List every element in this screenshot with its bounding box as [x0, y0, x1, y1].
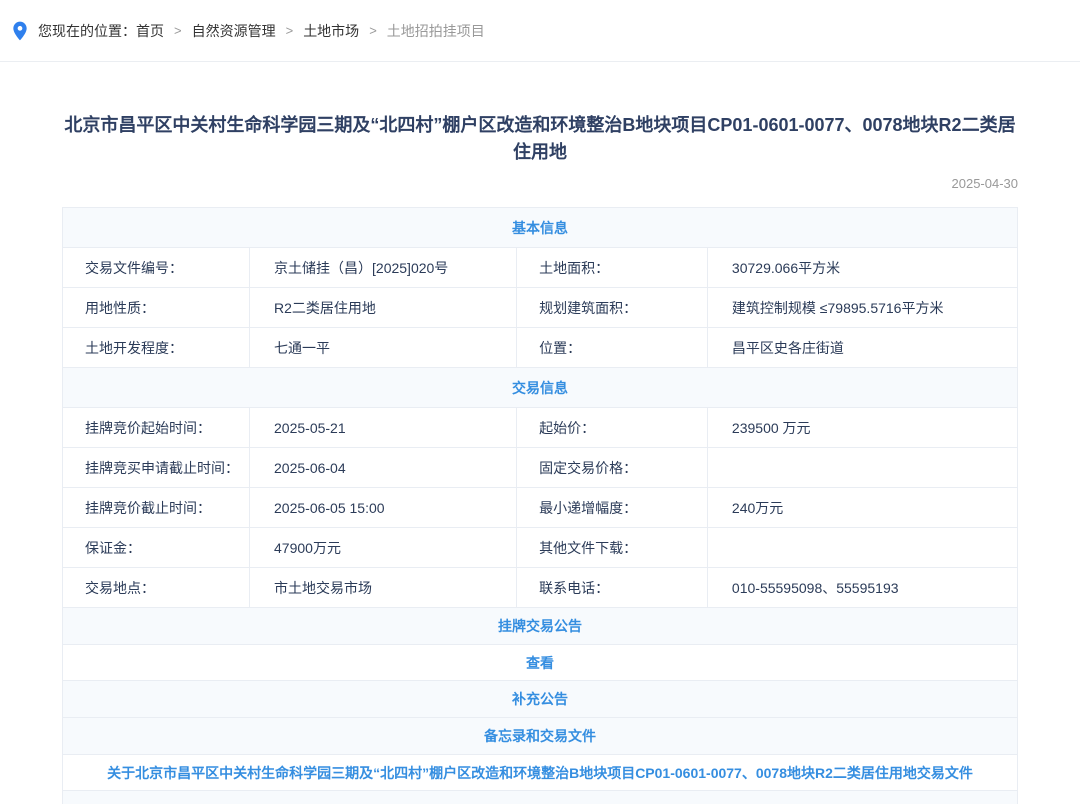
transaction-document-link[interactable]: 关于北京市昌平区中关村生命科学园三期及“北四村”棚户区改造和环境整治B地块项目C…: [107, 763, 973, 783]
field-value: [707, 448, 1017, 487]
field-value: 七通一平: [249, 328, 516, 367]
breadcrumb-separator: >: [286, 23, 294, 38]
table-row: 交易文件编号： 京土储挂（昌）[2025]020号 土地面积： 30729.06…: [63, 248, 1017, 288]
field-value: 建筑控制规模 ≤79895.5716平方米: [707, 288, 1017, 327]
breadcrumb-item-current: 土地招拍挂项目: [387, 21, 485, 41]
field-value: 市土地交易市场: [249, 568, 516, 607]
breadcrumb-item-home[interactable]: 首页: [136, 21, 164, 41]
field-label: 其他文件下载：: [516, 528, 707, 567]
land-info-table: 基本信息 交易文件编号： 京土储挂（昌）[2025]020号 土地面积： 307…: [62, 207, 1018, 804]
field-value: 2025-06-05 15:00: [249, 488, 516, 527]
field-value: 47900万元: [249, 528, 516, 567]
field-label: 联系电话：: [516, 568, 707, 607]
field-value: [707, 528, 1017, 567]
field-value: 昌平区史各庄街道: [707, 328, 1017, 367]
publish-date: 2025-04-30: [62, 176, 1018, 192]
table-row: 用地性质： R2二类居住用地 规划建筑面积： 建筑控制规模 ≤79895.571…: [63, 288, 1017, 328]
field-value: 京土储挂（昌）[2025]020号: [249, 248, 516, 287]
section-header-transaction-info: 交易信息: [63, 368, 1017, 408]
field-label: 土地面积：: [516, 248, 707, 287]
table-row: 挂牌竞价起始时间： 2025-05-21 起始价： 239500 万元: [63, 408, 1017, 448]
field-value: 2025-06-04: [249, 448, 516, 487]
table-row: 保证金： 47900万元 其他文件下载：: [63, 528, 1017, 568]
field-label: 保证金：: [63, 528, 249, 567]
field-label: 交易地点：: [63, 568, 249, 607]
breadcrumb-prefix: 您现在的位置：: [38, 21, 136, 41]
table-row: 挂牌竞买申请截止时间： 2025-06-04 固定交易价格：: [63, 448, 1017, 488]
field-label: 土地开发程度：: [63, 328, 249, 367]
view-announcement-row: 查看: [63, 645, 1017, 681]
main-content: 北京市昌平区中关村生命科学园三期及“北四村”棚户区改造和环境整治B地块项目CP0…: [62, 112, 1018, 804]
breadcrumb-separator: >: [369, 23, 377, 38]
section-header-listing-announcement: 挂牌交易公告: [63, 608, 1017, 645]
field-value: 240万元: [707, 488, 1017, 527]
field-label: 起始价：: [516, 408, 707, 447]
breadcrumb-separator: >: [174, 23, 182, 38]
section-header-supplement-announcement: 补充公告: [63, 681, 1017, 718]
location-pin-icon: [12, 21, 28, 41]
field-label: 位置：: [516, 328, 707, 367]
field-label: 挂牌竞买申请截止时间：: [63, 448, 249, 487]
table-row: 交易地点： 市土地交易市场 联系电话： 010-55595098、5559519…: [63, 568, 1017, 608]
field-label: 固定交易价格：: [516, 448, 707, 487]
field-label: 挂牌竞价起始时间：: [63, 408, 249, 447]
section-header-partial: [63, 791, 1017, 804]
section-header-basic-info: 基本信息: [63, 208, 1017, 248]
field-value: R2二类居住用地: [249, 288, 516, 327]
field-label: 交易文件编号：: [63, 248, 249, 287]
table-row: 土地开发程度： 七通一平 位置： 昌平区史各庄街道: [63, 328, 1017, 368]
breadcrumb: 您现在的位置： 首页 > 自然资源管理 > 土地市场 > 土地招拍挂项目: [0, 0, 1080, 62]
field-label: 最小递增幅度：: [516, 488, 707, 527]
field-label: 挂牌竞价截止时间：: [63, 488, 249, 527]
field-value: 2025-05-21: [249, 408, 516, 447]
field-label: 用地性质：: [63, 288, 249, 327]
field-value: 30729.066平方米: [707, 248, 1017, 287]
field-label: 规划建筑面积：: [516, 288, 707, 327]
breadcrumb-item-natural-resources[interactable]: 自然资源管理: [192, 21, 276, 41]
table-row: 挂牌竞价截止时间： 2025-06-05 15:00 最小递增幅度： 240万元: [63, 488, 1017, 528]
view-announcement-link[interactable]: 查看: [526, 653, 554, 673]
transaction-document-row: 关于北京市昌平区中关村生命科学园三期及“北四村”棚户区改造和环境整治B地块项目C…: [63, 755, 1017, 791]
breadcrumb-item-land-market[interactable]: 土地市场: [303, 21, 359, 41]
section-header-memo-documents: 备忘录和交易文件: [63, 718, 1017, 755]
page-title: 北京市昌平区中关村生命科学园三期及“北四村”棚户区改造和环境整治B地块项目CP0…: [62, 112, 1018, 166]
field-value: 239500 万元: [707, 408, 1017, 447]
field-value: 010-55595098、55595193: [707, 568, 1017, 607]
